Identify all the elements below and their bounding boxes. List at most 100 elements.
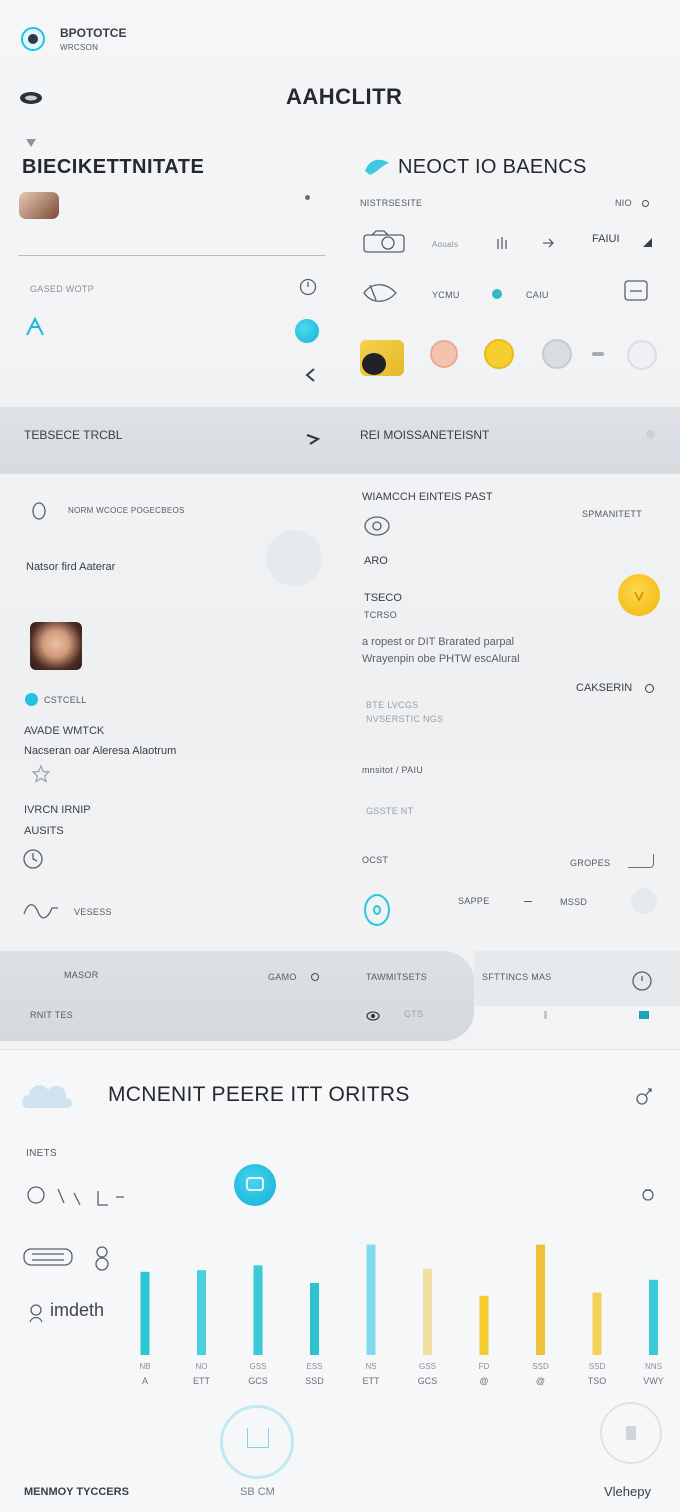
key-icon[interactable] <box>24 1183 130 1211</box>
hand-icon[interactable] <box>494 235 510 251</box>
target-cyan-icon[interactable] <box>364 894 390 926</box>
right-note1b: NVSERSTIC NGS <box>366 714 444 724</box>
x-tick-label-9: NNS <box>645 1362 662 1371</box>
window-title: AAHCLITR <box>286 84 403 109</box>
report-title: MCNENIT PEERE ITT ORITRS <box>108 1083 410 1106</box>
app-tile-light[interactable] <box>627 340 657 370</box>
right-header-right: NIO <box>615 198 632 208</box>
share-icon[interactable] <box>634 1085 656 1107</box>
camera-icon[interactable] <box>362 229 408 255</box>
cloud-icon <box>18 1070 78 1114</box>
left-divider <box>18 255 325 256</box>
x-tick-sublabel-0: A <box>142 1376 148 1386</box>
bottom-bar <box>0 951 474 1041</box>
arrow-small-icon <box>643 238 652 247</box>
app-tile-peach[interactable] <box>430 340 458 368</box>
right-band-label: REI MOISSANETEISNT <box>360 428 490 442</box>
report-footer-mid: SB CM <box>240 1486 275 1498</box>
x-tick-label-5: GSS <box>419 1362 436 1371</box>
slider-line[interactable] <box>628 854 654 868</box>
cursor-arrow-icon <box>304 368 316 382</box>
left-row-a-label: NORM WCOCE POGECBEOS <box>68 506 185 515</box>
footer-cyan-ring[interactable] <box>220 1405 294 1479</box>
x-tick-label-8: SSD <box>589 1362 606 1371</box>
x-tick-sublabel-4: ETT <box>363 1376 381 1386</box>
right-status-ring <box>645 684 654 693</box>
bar-chart: NB A NO ETT GSS GCS ESS SSD NS ETT GSS GCS FD @ SSD @ SS… <box>139 1244 664 1386</box>
badge-icon[interactable] <box>362 514 392 538</box>
eye-small-icon[interactable] <box>366 1008 380 1021</box>
bottom-right-label: SFTTINCS MAS <box>482 972 552 982</box>
bottom-left-dot <box>311 973 319 981</box>
menu-eye-icon[interactable] <box>18 89 46 109</box>
app-tile-gray[interactable] <box>542 339 572 369</box>
ring-icon[interactable] <box>30 501 48 521</box>
right-row2-right: CAIU <box>526 290 549 300</box>
right-desc-line2: Wrayenpin obe PHTW escAlural <box>362 653 520 665</box>
leaf-icon[interactable] <box>24 316 46 338</box>
footer-gray-ring[interactable] <box>600 1402 662 1464</box>
timer-icon[interactable] <box>630 968 654 992</box>
user-avatar[interactable] <box>19 192 59 219</box>
fish-icon[interactable] <box>362 280 400 306</box>
alert-yellow-button[interactable] <box>618 574 660 616</box>
bird-icon <box>362 155 392 179</box>
action-round-button[interactable] <box>631 888 657 914</box>
faint-circle <box>266 530 322 586</box>
action2-label[interactable]: MSSD <box>560 897 587 907</box>
action1-label[interactable]: SAPPE <box>458 896 490 906</box>
right-sub2b: TCRSO <box>364 610 397 620</box>
glasses-icon[interactable] <box>90 1244 114 1272</box>
x-tick-label-7: SSD <box>532 1362 549 1371</box>
bar-5 <box>423 1268 432 1355</box>
right-sub1: ARO <box>364 555 388 567</box>
right-header-left: NISTRSESITE <box>360 198 423 208</box>
clock-icon[interactable] <box>22 848 44 870</box>
right-sub2: TSECO <box>364 592 402 604</box>
bar-9 <box>649 1279 658 1355</box>
right-header-dot <box>642 200 649 207</box>
right-note1: BTE LVCGS <box>366 700 419 710</box>
plus-arrow-icon[interactable] <box>540 235 556 251</box>
right-panel-title: NEOCT IO BAENCS <box>398 156 587 178</box>
star-icon[interactable] <box>31 764 51 784</box>
wave-label: VESESS <box>74 907 112 917</box>
bar-1 <box>197 1270 206 1355</box>
right-row2-dot <box>492 289 502 299</box>
right-note3: GSSTE NT <box>366 806 414 816</box>
x-tick-sublabel-6: @ <box>479 1376 488 1386</box>
square-cyan-indicator <box>639 1011 649 1019</box>
band-arrow-icon[interactable] <box>306 432 321 445</box>
app-logo-icon <box>20 26 46 52</box>
legend-icon <box>26 1302 46 1324</box>
right-row1-right: FAIUI <box>592 233 620 245</box>
right-note2: mnsitot / PAIU <box>362 765 424 775</box>
power-icon[interactable] <box>298 277 318 297</box>
x-tick-label-6: FD <box>479 1362 490 1371</box>
wave-icon[interactable] <box>22 900 60 922</box>
collapse-triangle-icon[interactable] <box>25 135 37 147</box>
bar-0 <box>140 1271 150 1355</box>
toggle-cyan-button[interactable] <box>295 319 319 343</box>
x-tick-sublabel-7: @ <box>536 1376 545 1386</box>
x-tick-label-4: NS <box>365 1362 376 1371</box>
profile-photo[interactable] <box>30 622 82 670</box>
app-tile-yellow[interactable] <box>484 339 514 369</box>
item-title: AVADE WMTCK <box>24 725 105 737</box>
group-title: IVRCN IRNIP <box>24 804 91 816</box>
report-section-label: INETS <box>26 1148 57 1159</box>
bar-6 <box>479 1295 489 1355</box>
tape-icon[interactable] <box>22 1244 74 1270</box>
x-tick-sublabel-5: GCS <box>418 1376 438 1386</box>
right-row1-mid: Aouals <box>432 240 459 249</box>
app-tile-black-ball[interactable] <box>360 340 404 376</box>
x-tick-label-3: ESS <box>306 1362 322 1371</box>
right-footer-right: GROPES <box>570 858 611 868</box>
x-tick-sublabel-2: GCS <box>248 1376 268 1386</box>
left-band-label: TEBSECE TRCBL <box>24 428 123 442</box>
document-icon[interactable] <box>622 279 650 303</box>
app-tile-small-dot <box>592 352 604 356</box>
right-footer-left: OCST <box>362 855 389 865</box>
bottom-left-sub: RNIT TES <box>30 1010 74 1020</box>
bar-8 <box>592 1292 602 1355</box>
